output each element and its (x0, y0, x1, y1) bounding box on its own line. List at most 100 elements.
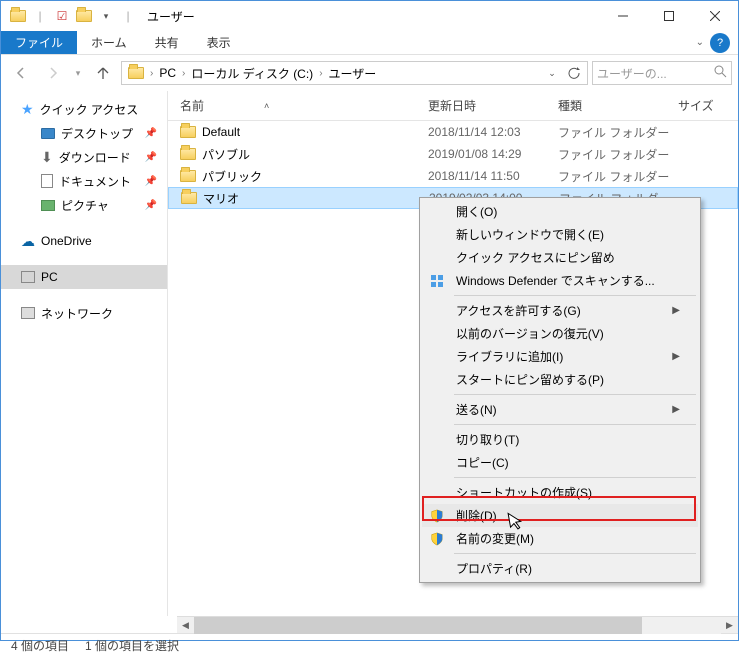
sidebar-pictures[interactable]: ピクチャ📌 (1, 193, 167, 217)
sidebar-onedrive[interactable]: ☁OneDrive (1, 229, 167, 253)
back-button[interactable] (7, 59, 35, 87)
search-box[interactable]: ユーザーの... (592, 61, 732, 85)
menu-sendto[interactable]: 送る(N)▶ (422, 398, 698, 421)
sidebar-label: デスクトップ (61, 125, 133, 142)
shield-icon (428, 507, 446, 525)
search-placeholder: ユーザーの... (597, 65, 667, 82)
help-button[interactable]: ? (710, 33, 730, 53)
tab-share[interactable]: 共有 (141, 31, 193, 54)
ribbon-expand-icon[interactable]: ⌄ (696, 37, 704, 48)
list-item[interactable]: Default 2018/11/14 12:03 ファイル フォルダー (168, 121, 738, 143)
desktop-icon (41, 128, 55, 139)
col-type[interactable]: 種類 (558, 97, 678, 114)
address-bar[interactable]: › PC › ローカル ディスク (C:) › ユーザー ⌄ (121, 61, 588, 85)
col-size[interactable]: サイズ (678, 97, 738, 114)
nav-bar: ▾ › PC › ローカル ディスク (C:) › ユーザー ⌄ ユーザーの..… (1, 55, 738, 91)
breadcrumb-pc[interactable]: PC (155, 62, 180, 84)
menu-restore[interactable]: 以前のバージョンの復元(V) (422, 322, 698, 345)
sidebar-documents[interactable]: ドキュメント📌 (1, 169, 167, 193)
sidebar-network[interactable]: ネットワーク (1, 301, 167, 325)
sidebar-label: ネットワーク (41, 305, 113, 322)
file-type: ファイル フォルダー (558, 124, 678, 141)
folder-icon (180, 170, 196, 182)
submenu-arrow-icon: ▶ (672, 305, 680, 316)
forward-button[interactable] (39, 59, 67, 87)
chevron-right-icon[interactable]: › (317, 68, 324, 79)
breadcrumb-users[interactable]: ユーザー (325, 62, 381, 84)
menu-cut[interactable]: 切り取り(T) (422, 428, 698, 451)
sidebar-label: ダウンロード (59, 149, 131, 166)
menu-rename[interactable]: 名前の変更(M) (422, 527, 698, 550)
document-icon (41, 174, 53, 188)
menu-library[interactable]: ライブラリに追加(I)▶ (422, 345, 698, 368)
search-icon[interactable] (714, 65, 727, 81)
recent-dropdown[interactable]: ▾ (71, 59, 85, 87)
quick-access-toolbar: | ☑ ▾ | (7, 5, 139, 27)
col-name[interactable]: 名前˄ (168, 97, 428, 114)
folder-icon (181, 192, 197, 204)
file-name: パブリック (202, 168, 262, 185)
sidebar-desktop[interactable]: デスクトップ📌 (1, 121, 167, 145)
qat-properties-icon[interactable]: ☑ (51, 5, 73, 27)
menu-copy[interactable]: コピー(C) (422, 451, 698, 474)
qat-newfolder-icon[interactable] (73, 5, 95, 27)
scroll-track[interactable] (194, 617, 721, 634)
menu-label: クイック アクセスにピン留め (456, 249, 615, 266)
menu-label: コピー(C) (456, 454, 509, 471)
menu-defender[interactable]: Windows Defender でスキャンする... (422, 269, 698, 292)
ribbon-tabs: ファイル ホーム 共有 表示 ⌄ ? (1, 31, 738, 55)
menu-shortcut[interactable]: ショートカットの作成(S) (422, 481, 698, 504)
refresh-icon (568, 67, 581, 80)
col-modified[interactable]: 更新日時 (428, 97, 558, 114)
tab-file[interactable]: ファイル (1, 31, 77, 54)
up-button[interactable] (89, 59, 117, 87)
breadcrumb-disk[interactable]: ローカル ディスク (C:) (187, 62, 317, 84)
submenu-arrow-icon: ▶ (672, 351, 680, 362)
chevron-right-icon[interactable]: › (180, 68, 187, 79)
address-dropdown[interactable]: ⌄ (541, 62, 563, 84)
menu-open[interactable]: 開く(O) (422, 200, 698, 223)
scroll-left-icon[interactable]: ◀ (177, 617, 194, 634)
qat-dropdown-icon[interactable]: ▾ (95, 5, 117, 27)
menu-label: ショートカットの作成(S) (456, 484, 592, 501)
menu-label: 削除(D) (456, 507, 497, 524)
qat-separator-icon: | (29, 5, 51, 27)
titlebar: | ☑ ▾ | ユーザー (1, 1, 738, 31)
scroll-right-icon[interactable]: ▶ (721, 617, 738, 634)
context-menu: 開く(O) 新しいウィンドウで開く(E) クイック アクセスにピン留め Wind… (419, 197, 701, 583)
horizontal-scrollbar[interactable]: ◀ ▶ (177, 616, 738, 633)
list-item[interactable]: パブリック 2018/11/14 11:50 ファイル フォルダー (168, 165, 738, 187)
menu-pin-quick[interactable]: クイック アクセスにピン留め (422, 246, 698, 269)
minimize-icon (618, 11, 628, 21)
list-item[interactable]: パソブル 2019/01/08 14:29 ファイル フォルダー (168, 143, 738, 165)
sidebar-label: ドキュメント (59, 173, 131, 190)
sidebar-label: クイック アクセス (40, 101, 139, 118)
minimize-button[interactable] (600, 1, 646, 31)
defender-icon (428, 272, 446, 290)
menu-label: 切り取り(T) (456, 431, 519, 448)
menu-label: 新しいウィンドウで開く(E) (456, 226, 604, 243)
menu-properties[interactable]: プロパティ(R) (422, 557, 698, 580)
chevron-right-icon[interactable]: › (148, 68, 155, 79)
file-name: マリオ (203, 190, 239, 207)
menu-delete[interactable]: 削除(D) (422, 504, 698, 527)
sidebar-downloads[interactable]: ⬇ダウンロード📌 (1, 145, 167, 169)
col-label: 名前 (180, 97, 204, 114)
menu-open-new[interactable]: 新しいウィンドウで開く(E) (422, 223, 698, 246)
column-headers[interactable]: 名前˄ 更新日時 種類 サイズ (168, 91, 738, 121)
menu-access[interactable]: アクセスを許可する(G)▶ (422, 299, 698, 322)
menu-label: 以前のバージョンの復元(V) (456, 325, 604, 342)
sidebar-pc[interactable]: PC (1, 265, 167, 289)
scroll-thumb[interactable] (194, 617, 642, 634)
status-bar: 4 個の項目 1 個の項目を選択 (1, 633, 738, 657)
menu-separator (454, 553, 696, 554)
tab-view[interactable]: 表示 (193, 31, 245, 54)
menu-separator (454, 424, 696, 425)
sidebar-quick-access[interactable]: ★クイック アクセス (1, 97, 167, 121)
refresh-button[interactable] (563, 62, 585, 84)
tab-home[interactable]: ホーム (77, 31, 141, 54)
maximize-button[interactable] (646, 1, 692, 31)
menu-pin-start[interactable]: スタートにピン留めする(P) (422, 368, 698, 391)
close-button[interactable] (692, 1, 738, 31)
close-icon (710, 11, 720, 21)
